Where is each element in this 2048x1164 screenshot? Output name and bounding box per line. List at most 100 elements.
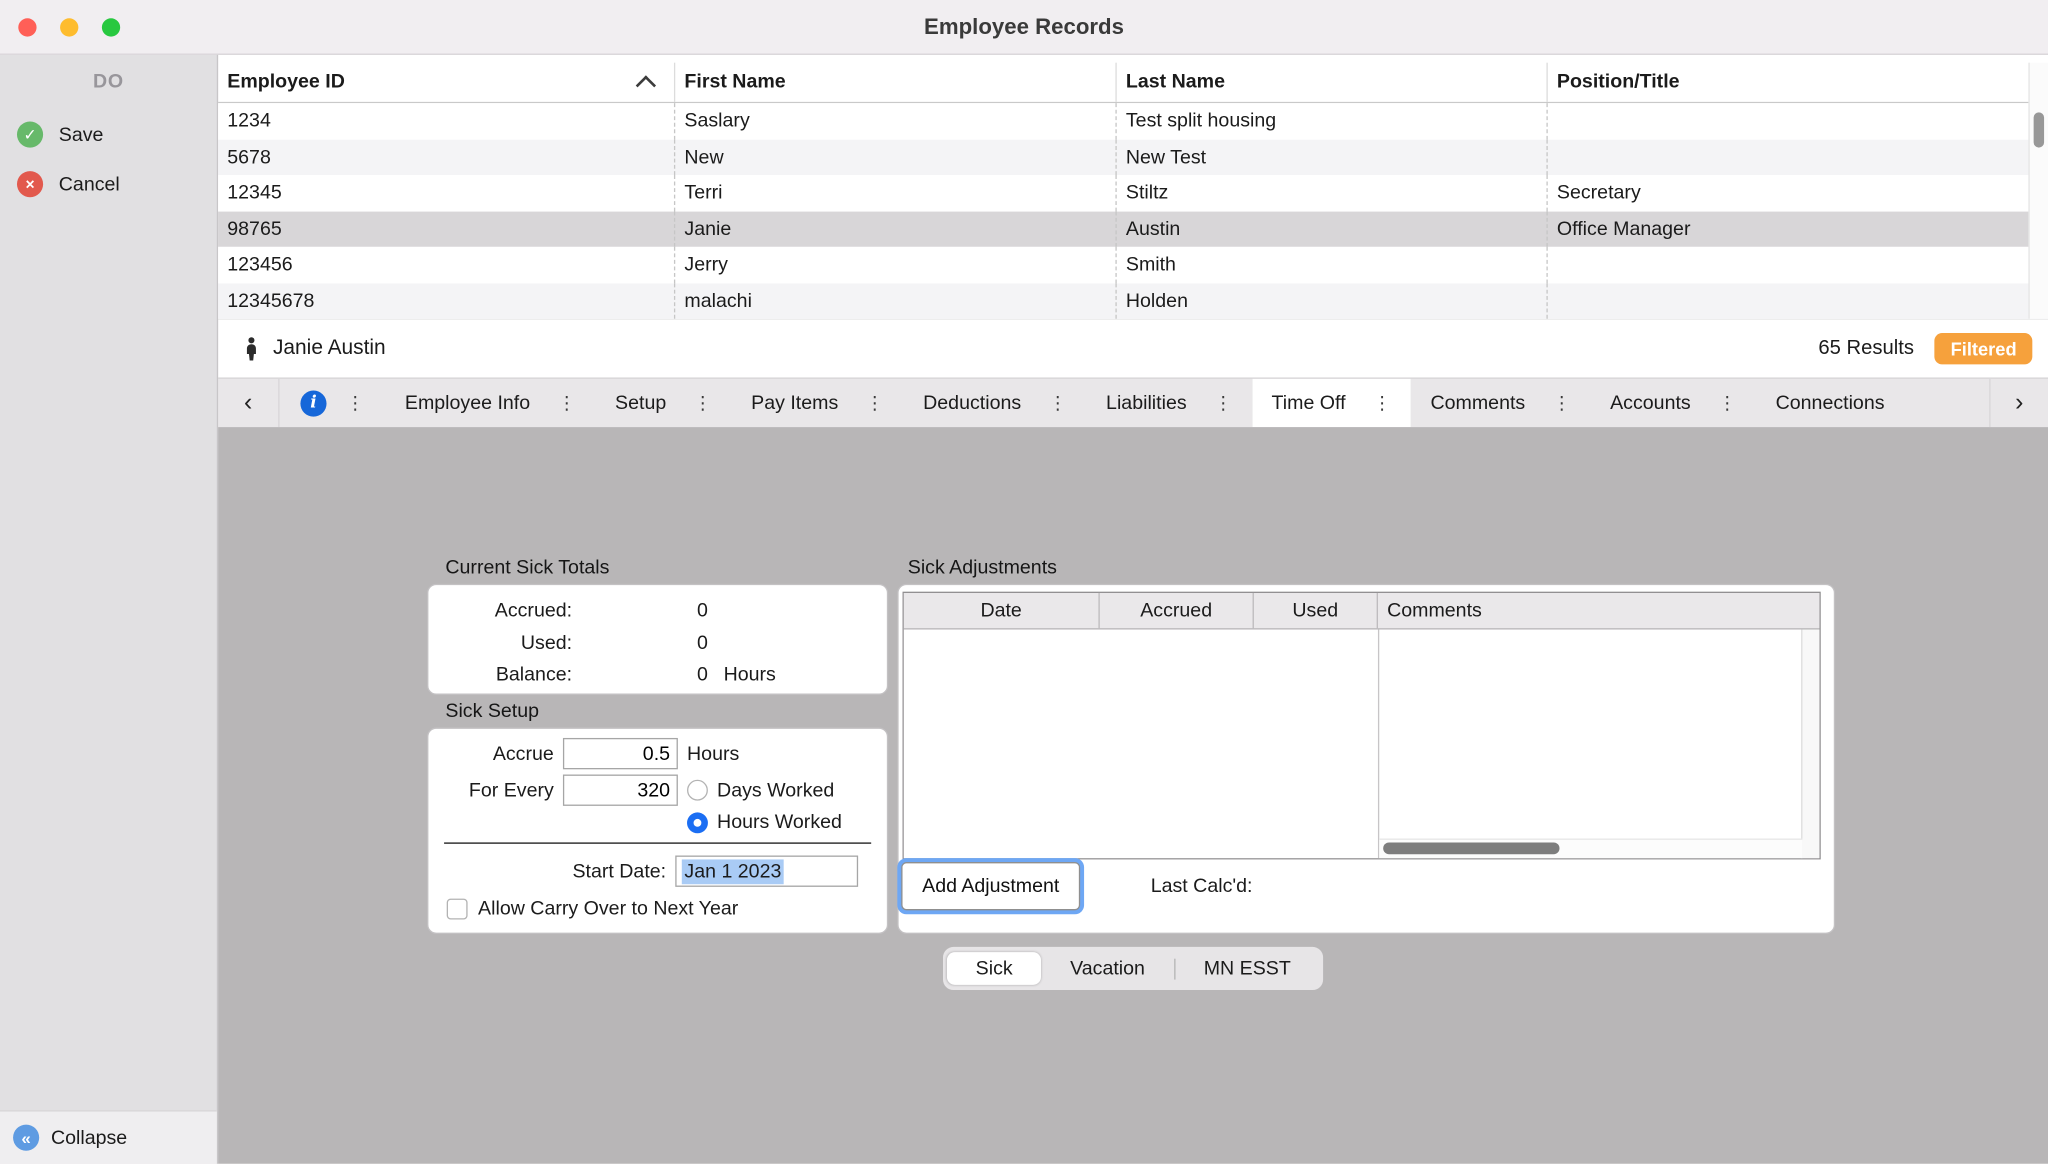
group-title: Sick Setup	[445, 700, 540, 723]
sort-ascending-icon	[635, 75, 657, 96]
sidebar: DO ✓ Save × Cancel « Collapse	[0, 54, 219, 1164]
tab-menu-icon[interactable]: ⋮	[1553, 392, 1571, 414]
cancel-button[interactable]: × Cancel	[0, 159, 217, 209]
window-controls	[0, 17, 121, 36]
app-window: Employee Records DO ✓ Save × Cancel « Co…	[0, 0, 2048, 1164]
tab-menu-icon[interactable]: ⋮	[1718, 392, 1736, 414]
balance-unit: Hours	[723, 663, 776, 686]
tabs-scroll-right-button[interactable]: ›	[1989, 378, 2048, 428]
adjustments-table-body	[903, 629, 1820, 859]
cell-first-name: Jerry	[675, 246, 1117, 283]
tab-menu-icon[interactable]: ⋮	[866, 392, 884, 414]
tab-menu-icon[interactable]: ⋮	[558, 392, 576, 414]
table-row[interactable]: 12345678 malachi Holden	[218, 282, 2048, 319]
employee-table-header: Employee ID First Name Last Name Positio…	[218, 62, 2048, 104]
adjustments-vertical-scrollbar[interactable]	[1801, 629, 1820, 859]
sick-adjustments-group: Sick Adjustments Date Accrued Used Comme…	[897, 556, 1836, 934]
accrue-input[interactable]	[562, 737, 678, 770]
bottom-tab-sick[interactable]: Sick	[946, 952, 1042, 985]
used-value: 0	[697, 631, 708, 654]
cell-employee-id: 12345	[218, 175, 676, 211]
cell-last-name: New Test	[1117, 139, 1548, 176]
balance-label: Balance:	[495, 663, 573, 686]
collapse-label: Collapse	[50, 1126, 128, 1149]
tab-label: Time Off	[1271, 391, 1346, 415]
cell-position: Secretary	[1556, 181, 1641, 204]
cell-position	[1548, 247, 2048, 283]
used-label: Used:	[520, 631, 573, 654]
tab-label: Setup	[615, 391, 667, 415]
tab-label: Liabilities	[1106, 391, 1187, 415]
radio-hours-worked[interactable]	[687, 811, 708, 833]
radio-hours-worked-label: Hours Worked	[717, 811, 842, 834]
tab-pay-items[interactable]: Pay Items ⋮	[732, 379, 904, 427]
table-row[interactable]: 5678 New New Test	[218, 139, 2048, 176]
bottom-tab-vacation[interactable]: Vacation	[1041, 952, 1173, 985]
column-header-last-name[interactable]: Last Name	[1117, 62, 1548, 102]
tab-label: Employee Info	[404, 391, 531, 415]
tab-label: Comments	[1430, 391, 1526, 415]
tab-menu-icon[interactable]: ⋮	[346, 392, 364, 414]
content-area: Employee ID First Name Last Name Positio…	[218, 54, 2048, 1164]
cell-position	[1548, 103, 2048, 139]
balance-value: 0	[697, 663, 708, 686]
adjustments-table: Date Accrued Used Comments	[902, 591, 1821, 860]
filtered-badge[interactable]: Filtered	[1934, 333, 2033, 365]
tab-setup[interactable]: Setup ⋮	[595, 379, 731, 427]
tab-menu-icon[interactable]: ⋮	[694, 392, 712, 414]
sidebar-header: DO	[93, 70, 124, 93]
cell-first-name: Terri	[675, 175, 1117, 211]
table-vertical-scrollbar[interactable]	[2028, 62, 2048, 319]
employee-table: Employee ID First Name Last Name Positio…	[218, 62, 2048, 319]
column-header-label: Last Name	[1125, 70, 1225, 93]
for-every-input[interactable]	[562, 774, 678, 806]
table-row[interactable]: 123456 Jerry Smith	[218, 246, 2048, 283]
column-header-label: First Name	[684, 70, 786, 93]
scrollbar-thumb[interactable]	[1383, 842, 1560, 855]
time-off-panel: Current Sick Totals Accrued: 0 Used: 0 B…	[218, 427, 2048, 1164]
tab-connections[interactable]: Connections	[1756, 379, 1904, 427]
tab-menu-icon[interactable]: ⋮	[1214, 392, 1232, 414]
cell-position: Office Manager	[1556, 217, 1691, 240]
collapse-button[interactable]: « Collapse	[0, 1110, 217, 1164]
carry-over-label: Allow Carry Over to Next Year	[478, 897, 739, 920]
tab-liabilities[interactable]: Liabilities ⋮	[1086, 379, 1251, 427]
tabs-scroll-left-button[interactable]: ‹	[218, 378, 280, 428]
divider	[444, 842, 872, 844]
cell-employee-id: 98765	[218, 210, 676, 247]
add-adjustment-button[interactable]: Add Adjustment	[901, 862, 1081, 911]
group-title: Sick Adjustments	[907, 556, 1057, 579]
column-header-employee-id[interactable]: Employee ID	[218, 62, 676, 102]
adj-column-date: Date	[904, 592, 1100, 629]
minimize-button[interactable]	[60, 17, 79, 36]
tab-employee-info[interactable]: Employee Info ⋮	[385, 379, 595, 427]
tab-time-off[interactable]: Time Off ⋮	[1251, 378, 1411, 428]
tab-accounts[interactable]: Accounts ⋮	[1591, 379, 1756, 427]
scrollbar-thumb[interactable]	[2032, 112, 2044, 148]
tab-comments[interactable]: Comments ⋮	[1411, 379, 1591, 427]
tab-menu-icon[interactable]: ⋮	[1373, 392, 1391, 414]
cancel-button-label: Cancel	[58, 173, 120, 196]
table-row[interactable]: 12345 Terri Stiltz Secretary	[218, 175, 2048, 211]
start-date-input[interactable]: Jan 1 2023	[675, 855, 859, 887]
tab-info[interactable]: i ⋮	[280, 379, 386, 427]
column-header-position-title[interactable]: Position/Title	[1548, 63, 2048, 102]
bottom-tab-mn-esst[interactable]: MN ESST	[1175, 952, 1320, 985]
title-bar: Employee Records	[0, 0, 2048, 55]
close-button[interactable]	[18, 17, 37, 36]
radio-days-worked-label: Days Worked	[717, 779, 835, 802]
table-row[interactable]: 1234 Saslary Test split housing	[218, 103, 2048, 140]
cell-first-name: Saslary	[675, 103, 1117, 140]
comments-horizontal-scrollbar[interactable]	[1379, 838, 1803, 859]
table-row-selected[interactable]: 98765 Janie Austin Office Manager	[218, 210, 2048, 247]
tab-deductions[interactable]: Deductions ⋮	[904, 379, 1087, 427]
save-button[interactable]: ✓ Save	[0, 110, 217, 160]
zoom-button[interactable]	[101, 17, 121, 36]
tab-menu-icon[interactable]: ⋮	[1049, 392, 1067, 414]
adj-column-comments: Comments	[1387, 599, 1482, 622]
cell-first-name: New	[675, 139, 1117, 176]
column-header-first-name[interactable]: First Name	[675, 62, 1117, 102]
checkbox-carry-over[interactable]	[446, 897, 468, 919]
tab-label: Accounts	[1610, 391, 1691, 415]
radio-days-worked[interactable]	[687, 779, 708, 801]
